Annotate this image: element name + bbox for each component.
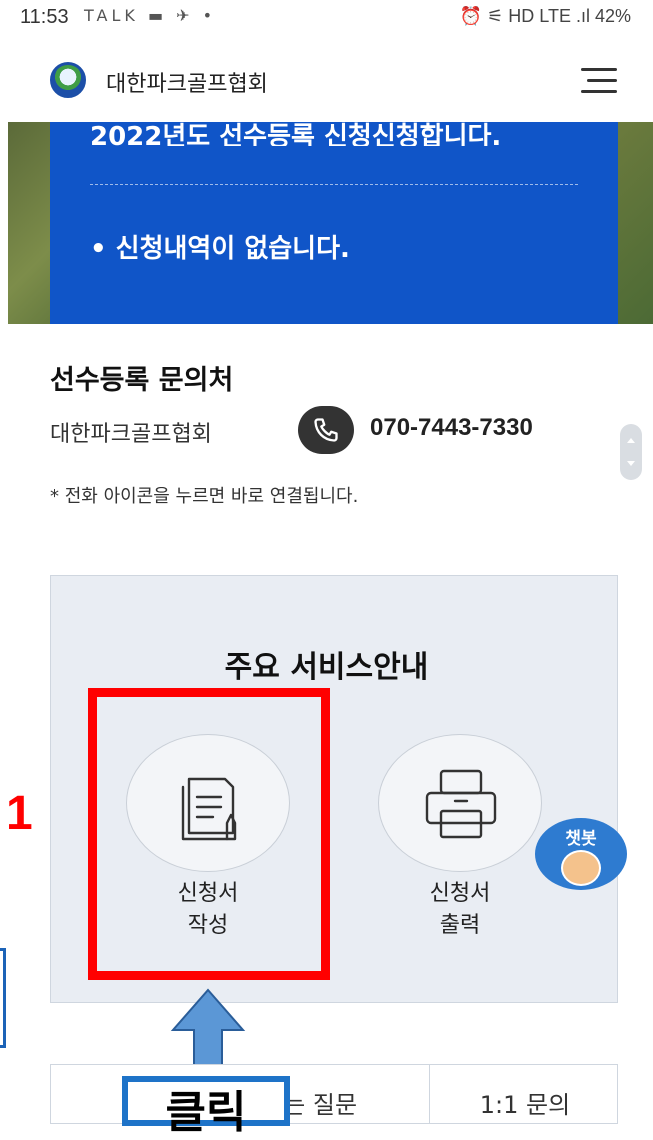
printer-icon [425,769,497,839]
hero-cut-text: 2022년도 선수등록 신청신청합니다. [90,122,502,146]
click-annotation: 클릭 [122,1076,290,1138]
system-status: ⏰ ⚟ HD LTE .ıl 42% [459,6,631,26]
association-logo[interactable] [50,62,86,98]
chatbot-button[interactable]: 챗봇 [535,818,627,890]
inquiry-organization: 대한파크골프협회 [50,422,212,447]
inquiry-phone-number[interactable]: 070-7443-7330 [370,414,533,442]
print-application-label[interactable]: 신청서 출력 [378,878,542,942]
app-header: 대한파크골프협회 [0,40,653,122]
highlight-box [88,688,330,980]
print-application-button[interactable] [378,734,542,872]
chatbot-label: 챗봇 [565,829,597,849]
hamburger-menu-icon[interactable] [581,68,617,94]
services-title: 주요 서비스안내 [224,650,429,685]
inquiry-title: 선수등록 문의처 [50,365,234,396]
notification-icons: TALK ▬ ✈ • [84,6,217,25]
one-to-one-inquiry-link[interactable]: 1:1 문의 [431,1085,619,1120]
inquiry-note: * 전화 아이콘을 누르면 바로 연결됩니다. [50,486,359,507]
site-title[interactable]: 대한파크골프협회 [106,66,268,98]
status-time: 11:53 [20,6,69,28]
hero-banner: 2022년도 선수등록 신청신청합니다. • 신청내역이 없습니다. [8,122,653,324]
registration-status-card: 2022년도 선수등록 신청신청합니다. • 신청내역이 없습니다. [50,122,618,324]
status-bar: 11:53 TALK ▬ ✈ • ⏰ ⚟ HD LTE .ıl 42% [0,0,653,40]
chatbot-mascot-icon [561,850,601,886]
annotation-box-fragment [0,948,6,1048]
hero-divider [90,184,578,185]
phone-icon[interactable] [298,406,354,454]
scroll-handle[interactable] [620,424,642,480]
step-number: 1 [6,787,33,840]
click-annotation-text: 클릭 [165,1087,247,1138]
application-status-text: • 신청내역이 없습니다. [90,234,350,264]
